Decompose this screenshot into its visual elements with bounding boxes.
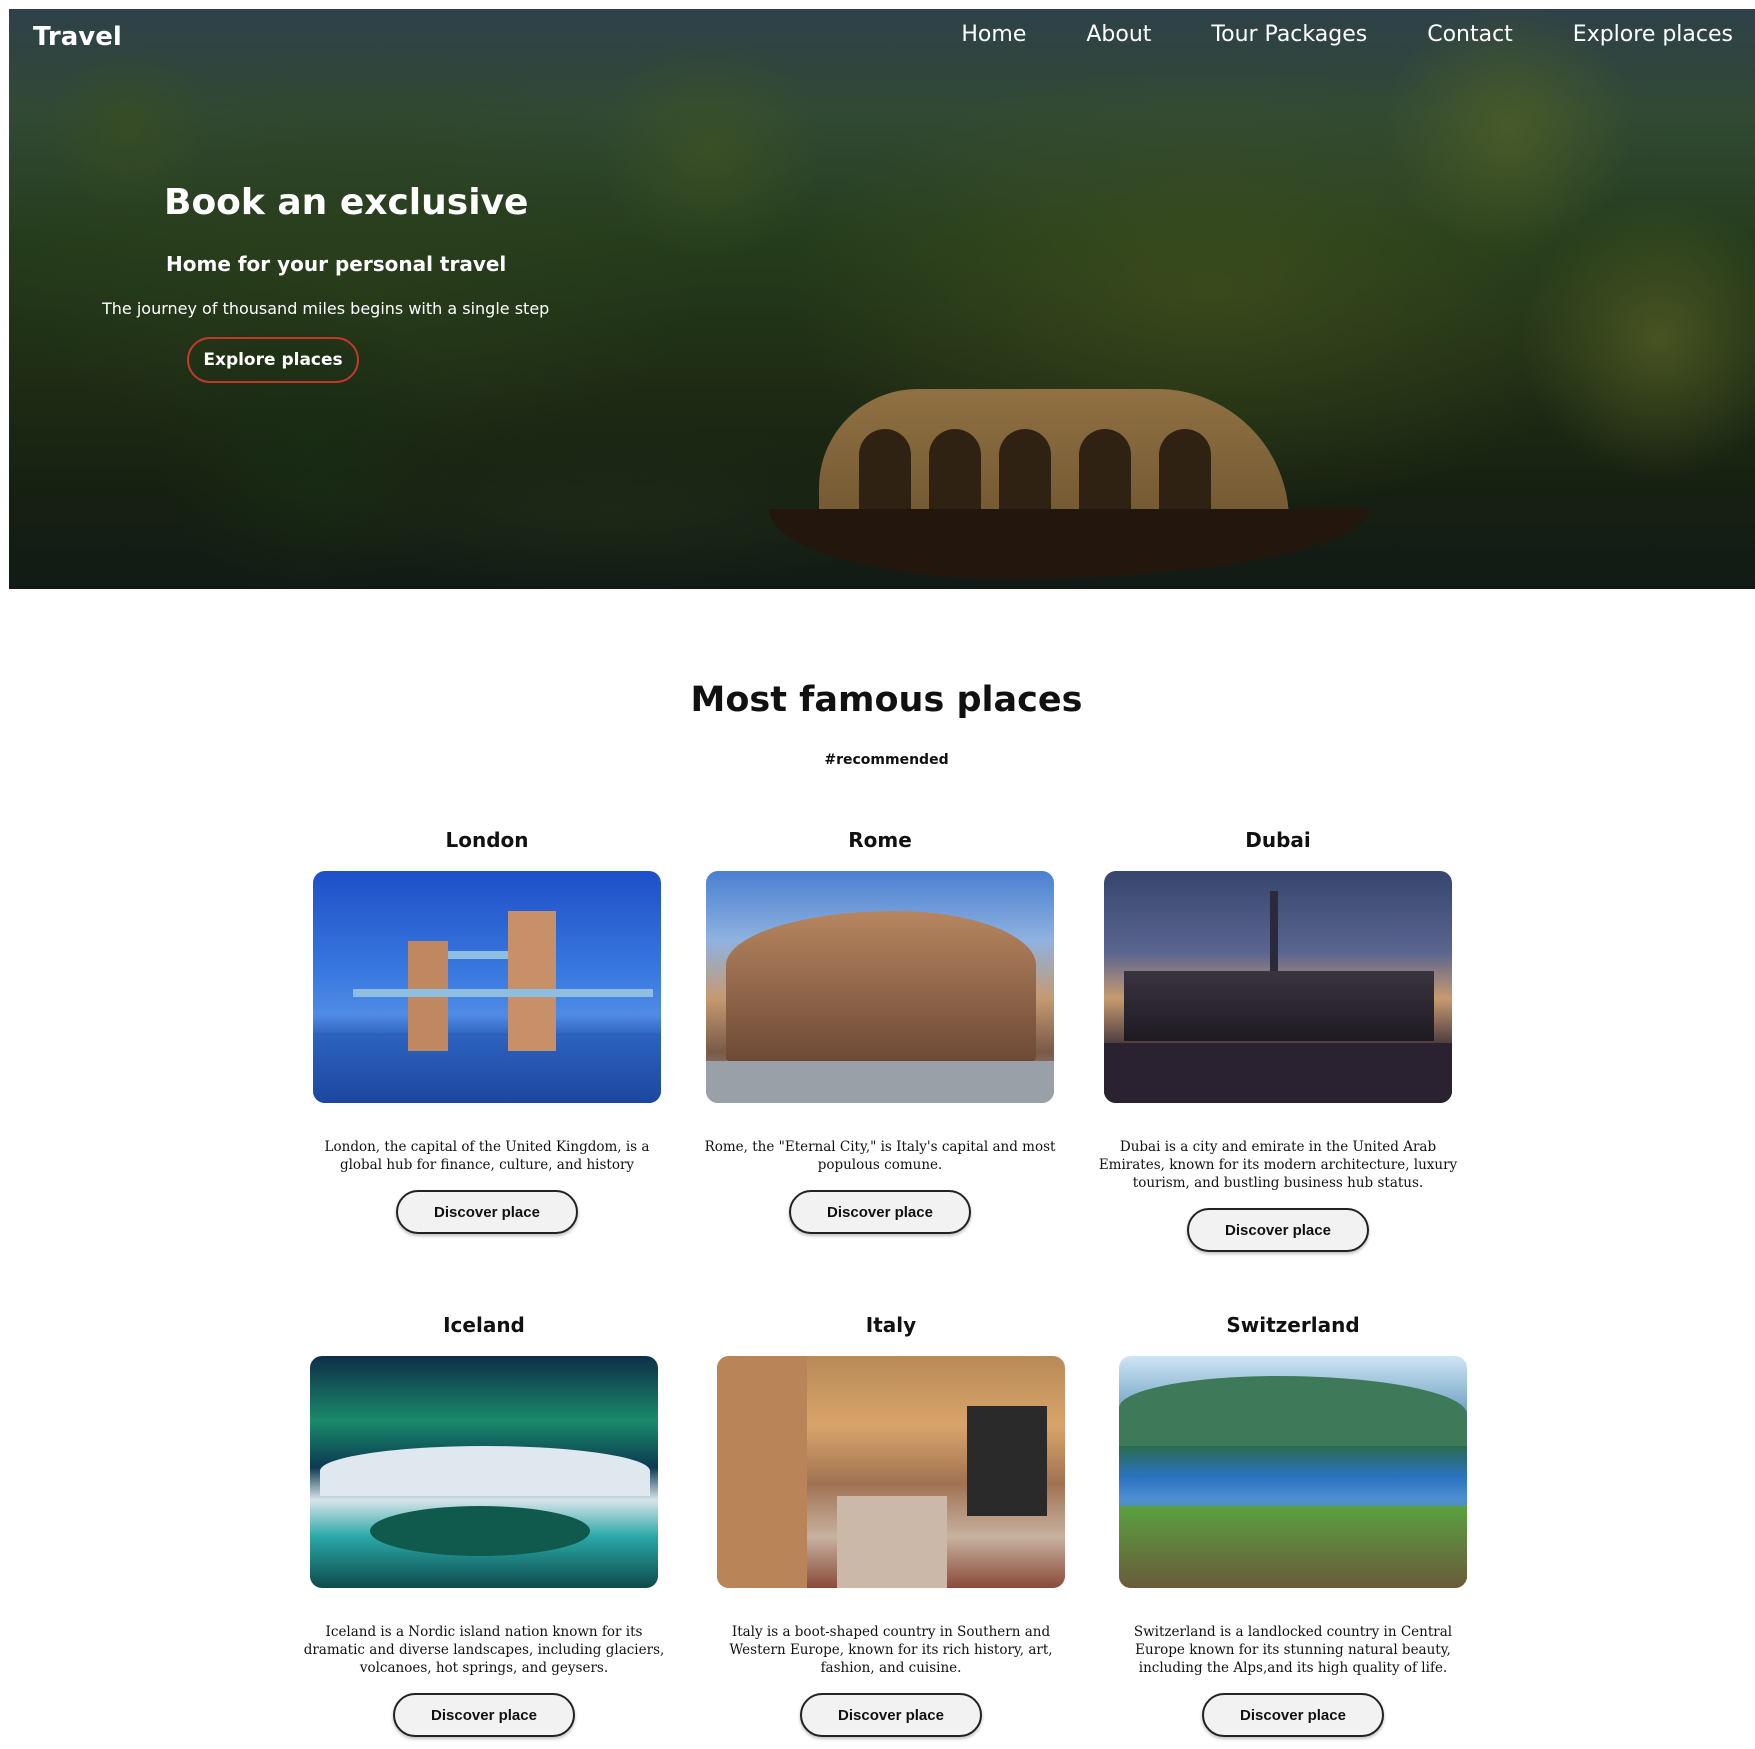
discover-place-button[interactable]: Discover place xyxy=(789,1190,971,1234)
rome-image[interactable] xyxy=(706,871,1054,1103)
place-card-dubai: Dubai Dubai is a city and emirate in the… xyxy=(1088,825,1468,1252)
discover-place-button[interactable]: Discover place xyxy=(396,1190,578,1234)
hero-tagline: The journey of thousand miles begins wit… xyxy=(102,299,550,318)
place-description: Dubai is a city and emirate in the Unite… xyxy=(1098,1139,1458,1191)
nav-tour-packages[interactable]: Tour Packages xyxy=(1181,22,1397,47)
nav-contact[interactable]: Contact xyxy=(1397,22,1543,47)
hero-title: Book an exclusive xyxy=(164,182,529,223)
section-title: Most famous places xyxy=(690,680,1083,720)
discover-place-button[interactable]: Discover place xyxy=(800,1693,982,1737)
london-image[interactable] xyxy=(313,871,661,1103)
hero-subtitle: Home for your personal travel xyxy=(166,252,507,276)
place-title: Switzerland xyxy=(1226,1313,1360,1337)
place-title: Rome xyxy=(848,828,912,852)
explore-places-button[interactable]: Explore places xyxy=(187,337,359,383)
nav-home[interactable]: Home xyxy=(931,22,1056,47)
place-card-italy: Italy Italy is a boot-shaped country in … xyxy=(701,1310,1081,1737)
place-title: Dubai xyxy=(1245,828,1311,852)
dubai-image[interactable] xyxy=(1104,871,1452,1103)
place-card-london: London London, the capital of the United… xyxy=(297,825,677,1234)
place-description: London, the capital of the United Kingdo… xyxy=(324,1139,650,1173)
iceland-image[interactable] xyxy=(310,1356,658,1588)
place-description: Italy is a boot-shaped country in Southe… xyxy=(729,1624,1053,1676)
italy-image[interactable] xyxy=(717,1356,1065,1588)
nav-about[interactable]: About xyxy=(1056,22,1181,47)
place-title: Italy xyxy=(865,1313,917,1337)
main-nav: Home About Tour Packages Contact Explore… xyxy=(931,22,1733,47)
place-title: Iceland xyxy=(443,1313,525,1337)
place-card-switzerland: Switzerland Switzerland is a landlocked … xyxy=(1103,1310,1483,1737)
place-description: Switzerland is a landlocked country in C… xyxy=(1133,1624,1453,1676)
discover-place-button[interactable]: Discover place xyxy=(1202,1693,1384,1737)
place-title: London xyxy=(445,828,529,852)
discover-place-button[interactable]: Discover place xyxy=(1187,1208,1369,1252)
place-card-iceland: Iceland Iceland is a Nordic island natio… xyxy=(294,1310,674,1737)
nav-explore-places[interactable]: Explore places xyxy=(1543,22,1733,47)
place-card-rome: Rome Rome, the "Eternal City," is Italy'… xyxy=(690,825,1070,1234)
section-tag: #recommended xyxy=(824,752,949,768)
switzerland-image[interactable] xyxy=(1119,1356,1467,1588)
discover-place-button[interactable]: Discover place xyxy=(393,1693,575,1737)
place-description: Rome, the "Eternal City," is Italy's cap… xyxy=(704,1139,1056,1173)
brand-logo[interactable]: Travel xyxy=(33,22,122,52)
place-description: Iceland is a Nordic island nation known … xyxy=(303,1624,665,1676)
